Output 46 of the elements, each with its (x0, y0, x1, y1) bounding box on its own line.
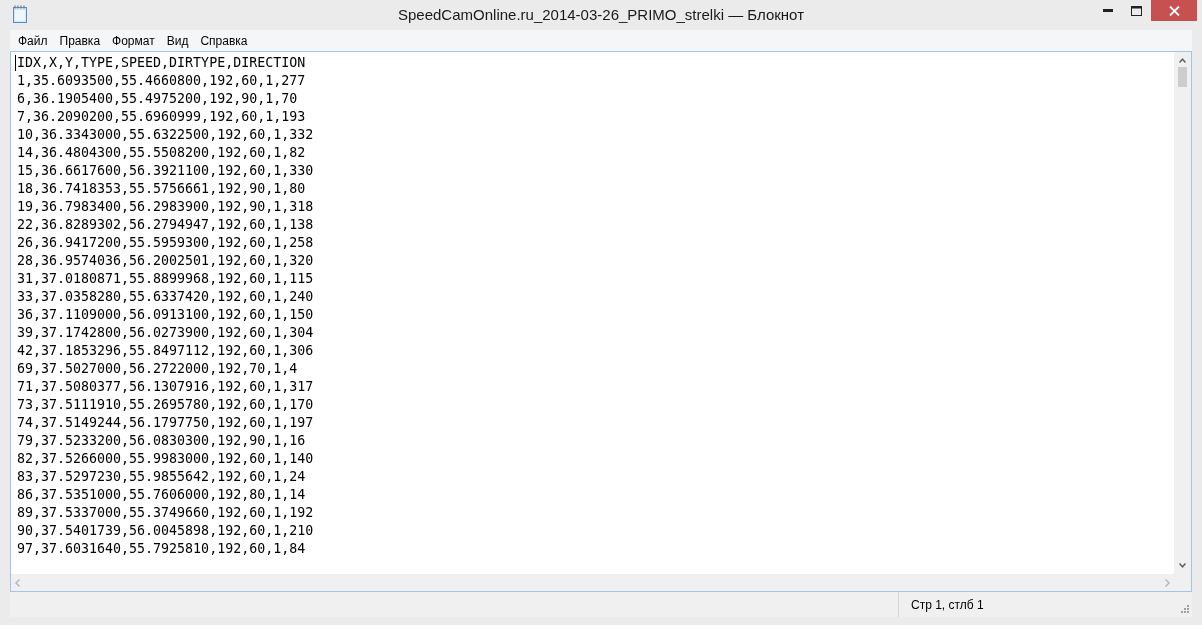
close-button[interactable] (1151, 0, 1197, 21)
text-line: 10,36.3343000,55.6322500,192,60,1,332 (17, 126, 314, 144)
maximize-icon (1130, 5, 1142, 16)
text-line: 1,35.6093500,55.4660800,192,60,1,277 (17, 72, 306, 90)
text-line: 39,37.1742800,56.0273900,192,60,1,304 (17, 324, 314, 342)
menu-item[interactable]: Вид (160, 31, 195, 50)
text-line: IDX,X,Y,TYPE,SPEED,DIRTYPE,DIRECTION (17, 54, 306, 72)
resize-grip-icon[interactable] (1180, 604, 1189, 613)
scroll-thumb[interactable] (1178, 67, 1187, 87)
text-line: 36,37.1109000,56.0913100,192,60,1,150 (17, 306, 314, 324)
text-line: 22,36.8289302,56.2794947,192,60,1,138 (17, 216, 314, 234)
text-line: 42,37.1853296,55.8497112,192,60,1,306 (17, 342, 314, 360)
close-icon (1168, 5, 1180, 16)
text-line: 18,36.7418353,55.5756661,192,90,1,80 (17, 180, 306, 198)
text-line: 31,37.0180871,55.8899968,192,60,1,115 (17, 270, 314, 288)
text-line: 97,37.6031640,55.7925810,192,60,1,84 (17, 540, 306, 558)
text-line: 86,37.5351000,55.7606000,192,80,1,14 (17, 486, 306, 504)
menu-item[interactable]: Файл (12, 31, 54, 50)
text-line: 15,36.6617600,56.3921100,192,60,1,330 (17, 162, 314, 180)
notepad-icon (12, 5, 29, 23)
scroll-down-icon[interactable] (1179, 563, 1186, 568)
text-line: 26,36.9417200,55.5959300,192,60,1,258 (17, 234, 314, 252)
menu-item[interactable]: Формат (106, 31, 161, 50)
text-line: 74,37.5149244,56.1797750,192,60,1,197 (17, 414, 314, 432)
scroll-up-icon[interactable] (1179, 58, 1186, 63)
window-title: SpeedCamOnline.ru_2014-03-26_PRIMO_strelki — Блокнот (398, 6, 804, 23)
menu-item[interactable]: Правка (53, 31, 107, 50)
text-line: 7,36.2090200,55.6960999,192,60,1,193 (17, 108, 306, 126)
minimize-icon (1103, 9, 1113, 12)
text-line: 89,37.5337000,55.3749660,192,60,1,192 (17, 504, 314, 522)
menu-item[interactable]: Справка (194, 31, 254, 50)
text-line: 82,37.5266000,55.9983000,192,60,1,140 (17, 450, 314, 468)
cursor-position: Стр 1, стлб 1 (911, 597, 984, 612)
text-line: 14,36.4804300,55.5508200,192,60,1,82 (17, 144, 306, 162)
text-line: 33,37.0358280,55.6337420,192,60,1,240 (17, 288, 314, 306)
text-line: 73,37.5111910,55.2695780,192,60,1,170 (17, 396, 314, 414)
text-line: 69,37.5027000,56.2722000,192,70,1,4 (17, 360, 298, 378)
text-line: 28,36.9574036,56.2002501,192,60,1,320 (17, 252, 314, 270)
text-line: 90,37.5401739,56.0045898,192,60,1,210 (17, 522, 314, 540)
text-line: 6,36.1905400,55.4975200,192,90,1,70 (17, 90, 298, 108)
text-line: 83,37.5297230,55.9855642,192,60,1,24 (17, 468, 306, 486)
text-line: 71,37.5080377,56.1307916,192,60,1,317 (17, 378, 314, 396)
text-cursor (15, 55, 16, 71)
vertical-scrollbar[interactable] (1174, 52, 1191, 574)
text-line: 79,37.5233200,56.0830300,192,90,1,16 (17, 432, 306, 450)
text-line: 19,36.7983400,56.2983900,192,90,1,318 (17, 198, 314, 216)
